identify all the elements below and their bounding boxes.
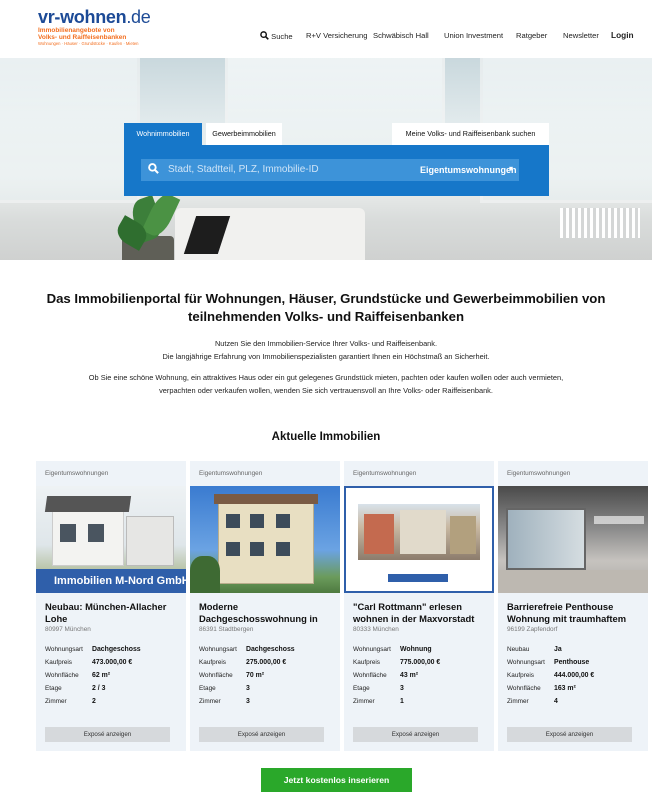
site-header: vr-wohnen.de Immobilienangebote von Volk… xyxy=(0,0,652,58)
listing-title[interactable]: Neubau: München-Allacher Lohe xyxy=(45,601,185,625)
listing-location: 80997 München xyxy=(45,626,91,633)
listing-category: Eigentumswohnungen xyxy=(45,470,109,477)
page-headline: Das Immobilienportal für Wohnungen, Häus… xyxy=(46,291,606,324)
listing-image: Immobilien M-Nord GmbH xyxy=(36,486,186,593)
listing-image-caption: Immobilien M-Nord GmbH xyxy=(36,569,186,593)
expose-button[interactable]: Exposé anzeigen xyxy=(199,727,324,742)
search-tabs: Wohnimmobilien Gewerbeimmobilien Meine V… xyxy=(124,123,549,145)
search-panel: Stadt, Stadtteil, PLZ, Immobilie-ID Eige… xyxy=(124,145,549,196)
nav-schwaebisch-hall[interactable]: Schwäbisch Hall xyxy=(373,31,429,40)
intro-paragraph-1: Nutzen Sie den Immobilien-Service Ihrer … xyxy=(162,339,490,361)
listing-card[interactable]: Eigentumswohnungen "Carl Rottmann" erles… xyxy=(344,461,494,751)
listing-category: Eigentumswohnungen xyxy=(353,470,417,477)
listing-details: Wohnungsart Wohnung Kaufpreis 775.000,00 €… xyxy=(353,646,441,705)
listing-card[interactable]: Eigentumswohnungen Immobilien M-Nord Gmb… xyxy=(36,461,186,751)
login-link[interactable]: Login xyxy=(611,30,634,40)
listing-image xyxy=(344,486,494,593)
logo-wordmark: vr-wohnen.de xyxy=(38,7,151,27)
hero-window-left xyxy=(0,58,140,203)
expose-button[interactable]: Exposé anzeigen xyxy=(507,727,632,742)
listing-category: Eigentumswohnungen xyxy=(199,470,263,477)
property-type-select[interactable]: Eigentumswohnungen xyxy=(420,165,517,175)
listing-location: 80333 München xyxy=(353,626,399,633)
listings-title: Aktuelle Immobilien xyxy=(271,431,381,443)
listing-details: Wohnungsart Dachgeschoss Kaufpreis 275.000… xyxy=(199,646,295,705)
expose-button[interactable]: Exposé anzeigen xyxy=(45,727,170,742)
intro-section: Das Immobilienportal für Wohnungen, Häus… xyxy=(0,290,652,397)
nav-newsletter[interactable]: Newsletter xyxy=(563,31,599,40)
hero-radiator xyxy=(560,208,640,238)
listing-card[interactable]: Eigentumswohnungen Moderne Dachgeschossw… xyxy=(190,461,340,751)
search-icon xyxy=(260,31,269,40)
listing-image xyxy=(190,486,340,593)
listing-category: Eigentumswohnungen xyxy=(507,470,571,477)
listing-details: Wohnungsart Dachgeschoss Kaufpreis 473.000… xyxy=(45,646,141,705)
nav-union-investment[interactable]: Union Investment xyxy=(444,31,503,40)
nav-search[interactable]: Suche xyxy=(260,31,293,41)
listing-card[interactable]: Eigentumswohnungen Barrierefreie Penthou… xyxy=(498,461,648,751)
nav-ratgeber[interactable]: Ratgeber xyxy=(516,31,547,40)
search-icon xyxy=(148,163,159,174)
main-nav: Suche R+V Versicherung Schwäbisch Hall U… xyxy=(0,30,652,43)
listing-details: Neubau Ja Wohnungsart Penthouse Kaufpreis 4… xyxy=(507,646,595,705)
listing-location: 96199 Zapfendorf xyxy=(507,626,558,633)
listing-title[interactable]: Barrierefreie Penthouse Wohnung mit trau… xyxy=(507,601,647,625)
tab-bank-search[interactable]: Meine Volks- und Raiffeisenbank suchen xyxy=(392,123,549,145)
search-input[interactable]: Stadt, Stadtteil, PLZ, Immobilie-ID xyxy=(168,164,319,175)
listing-image xyxy=(498,486,648,593)
expose-button[interactable]: Exposé anzeigen xyxy=(353,727,478,742)
listing-location: 86391 Stadtbergen xyxy=(199,626,254,633)
nav-ruv[interactable]: R+V Versicherung xyxy=(306,31,367,40)
create-listing-button[interactable]: Jetzt kostenlos inserieren xyxy=(261,768,412,792)
listing-title[interactable]: Moderne Dachgeschosswohnung in xyxy=(199,601,339,625)
tab-wohnimmobilien[interactable]: Wohnimmobilien xyxy=(124,123,202,145)
search-bar: Stadt, Stadtteil, PLZ, Immobilie-ID Eige… xyxy=(141,159,519,181)
intro-paragraph-2: Ob Sie eine schöne Wohnung, ein attrakti… xyxy=(88,373,564,395)
listing-title[interactable]: "Carl Rottmann" erlesen wohnen in der Ma… xyxy=(353,601,493,625)
chevron-down-icon[interactable]: ▾ xyxy=(509,164,513,173)
tab-gewerbeimmobilien[interactable]: Gewerbeimmobilien xyxy=(206,123,282,145)
